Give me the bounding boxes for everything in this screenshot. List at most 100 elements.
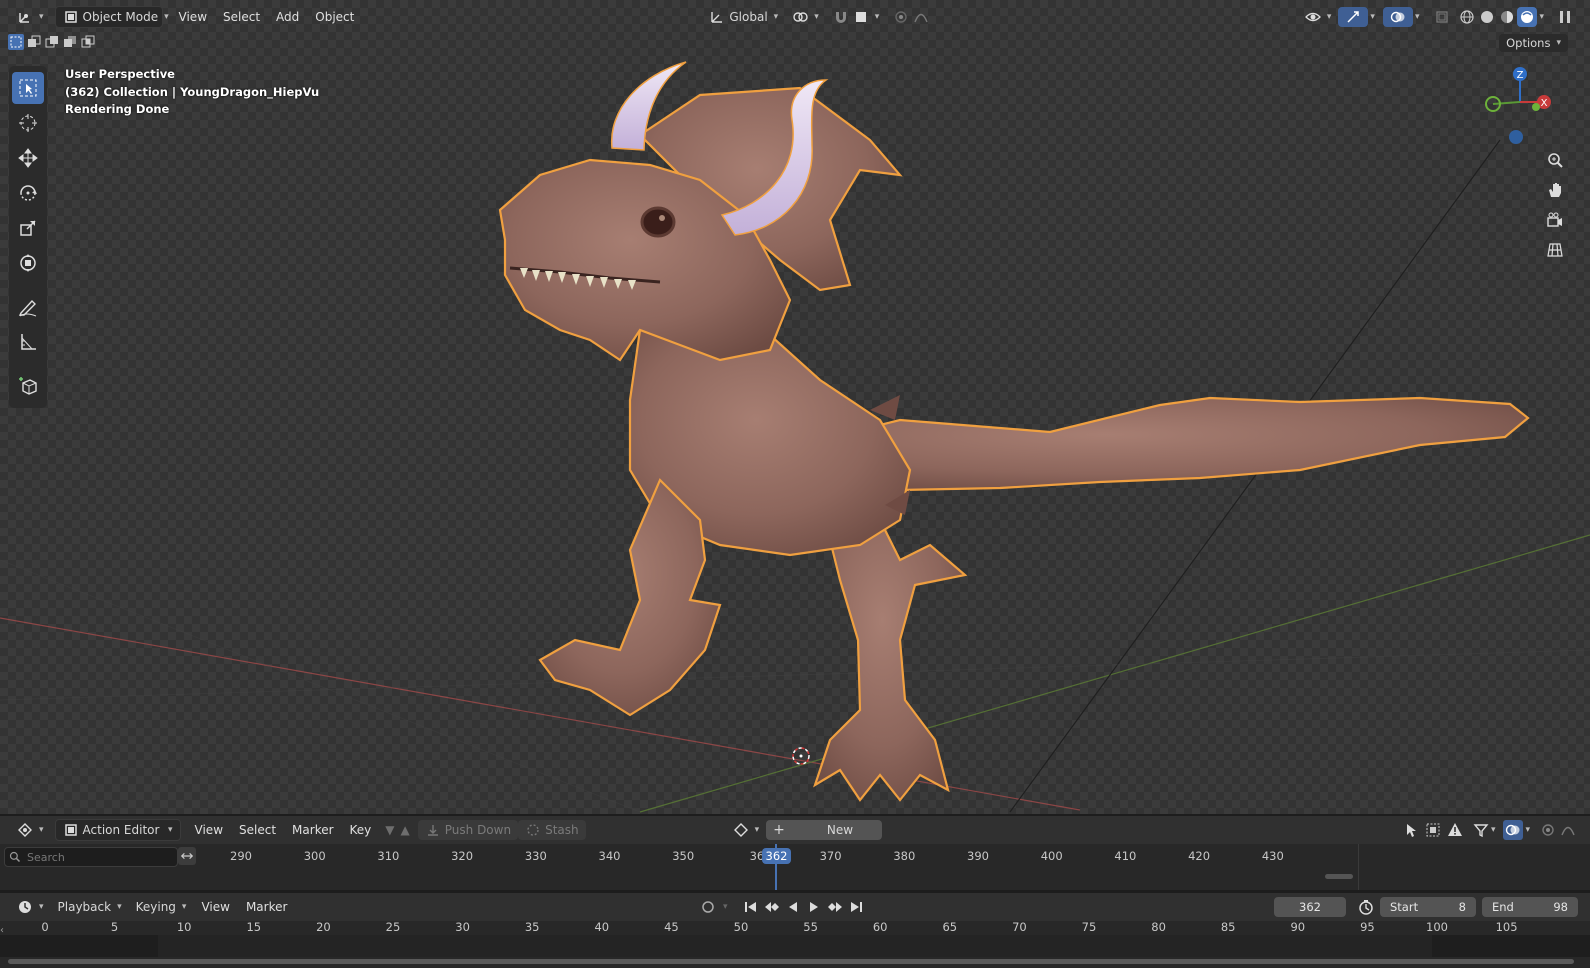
playback-label: Playback — [57, 900, 112, 914]
action-frame-badge[interactable]: 362 — [762, 848, 791, 864]
show-hidden-icon[interactable] — [1425, 822, 1441, 838]
shading-solid[interactable] — [1477, 7, 1497, 27]
render-status-label: Rendering Done — [65, 102, 170, 116]
action-editor-mode-label: Action Editor — [82, 823, 160, 837]
action-scrollbar[interactable] — [1325, 874, 1353, 879]
shading-rendered[interactable] — [1517, 7, 1538, 27]
action-falloff-icon[interactable] — [1560, 822, 1576, 838]
preview-range-icon[interactable] — [1358, 899, 1374, 915]
filter-dropdown-icon[interactable]: ▾ — [1491, 825, 1496, 835]
select-subtract-icon[interactable] — [44, 34, 60, 50]
snap-toggle[interactable]: ▾ — [826, 7, 887, 27]
action-overlays-icon[interactable] — [1503, 820, 1524, 840]
scale-icon[interactable] — [12, 212, 44, 244]
new-action-button[interactable]: + New — [766, 820, 883, 840]
transform-orientation-dropdown[interactable]: Global ▾ — [702, 7, 785, 27]
play-icon[interactable] — [806, 899, 822, 915]
end-frame-field[interactable]: End 98 — [1482, 897, 1578, 917]
out-of-range-left — [0, 935, 158, 957]
action-menu-key[interactable]: Key — [342, 821, 380, 839]
select-new-icon[interactable] — [8, 34, 24, 50]
xray-toggle[interactable] — [1427, 7, 1457, 27]
rotate-icon[interactable] — [12, 177, 44, 209]
action-menu-view[interactable]: View — [187, 821, 231, 839]
action-editor-mode-dropdown[interactable]: Action Editor ▾ — [54, 819, 181, 841]
action-ruler[interactable]: 290 300 310 320 330 340 350 36 370 380 390 400 410 42… — [0, 844, 1590, 868]
timeline-menu-view[interactable]: View — [193, 898, 237, 916]
jump-start-icon[interactable] — [743, 899, 759, 915]
visibility-dropdown[interactable]: ▾ — [1298, 7, 1339, 27]
proportional-edit-toggle[interactable] — [886, 7, 936, 27]
action-proportional-icon[interactable] — [1540, 822, 1556, 838]
3d-viewport[interactable]: User Perspective (362) Collection | Youn… — [0, 0, 1590, 814]
toggle-sidebar-button[interactable] — [1550, 7, 1580, 27]
measure-icon[interactable] — [12, 326, 44, 358]
filter-icon[interactable] — [1473, 822, 1489, 838]
only-errors-icon[interactable] — [1447, 822, 1463, 838]
play-reverse-icon[interactable] — [785, 899, 801, 915]
menu-view[interactable]: View — [171, 8, 215, 26]
viewport-header: ▾ Object Mode ▾ View Select Add Object Gl… — [0, 4, 1590, 30]
start-frame-field[interactable]: Start 8 — [1380, 897, 1476, 917]
timeline-ruler-tick: 0 — [41, 920, 49, 934]
jump-end-icon[interactable] — [848, 899, 864, 915]
action-menu-marker[interactable]: Marker — [284, 821, 341, 839]
browse-action-button[interactable]: ▾ — [726, 820, 767, 840]
axis-gizmo[interactable]: Z X — [1478, 62, 1560, 154]
shading-wireframe[interactable] — [1457, 7, 1477, 27]
end-value: 98 — [1553, 900, 1568, 914]
auto-keying-icon[interactable] — [700, 899, 716, 915]
action-menu-select[interactable]: Select — [231, 821, 284, 839]
gizmo-toggle[interactable] — [1338, 7, 1369, 27]
timeline-editor-type-button[interactable]: ▾ — [10, 897, 51, 917]
move-icon[interactable] — [12, 142, 44, 174]
ortho-grid-icon[interactable] — [1541, 236, 1569, 264]
gizmo-dropdown-icon[interactable]: ▾ — [1370, 12, 1375, 22]
dragon-model[interactable] — [0, 0, 1590, 814]
select-box-icon[interactable] — [12, 72, 44, 104]
annotate-icon[interactable] — [12, 291, 44, 323]
keying-menu[interactable]: Keying ▾ — [129, 898, 194, 916]
action-editor-type-button[interactable]: ▾ — [10, 820, 51, 840]
overlays-dropdown-icon[interactable]: ▾ — [1415, 12, 1420, 22]
add-cube-icon[interactable] — [12, 370, 44, 402]
menu-select[interactable]: Select — [215, 8, 268, 26]
timeline-scrollbar[interactable] — [8, 959, 1574, 964]
eye-icon — [1304, 9, 1321, 25]
scroll-left-icon[interactable]: ‹ — [0, 925, 4, 936]
cursor-icon[interactable] — [12, 107, 44, 139]
pan-hand-icon[interactable] — [1541, 176, 1569, 204]
select-extend-icon[interactable] — [26, 34, 42, 50]
solid-shading-icon — [1479, 9, 1495, 25]
keying-dropdown-icon[interactable]: ▾ — [723, 902, 728, 912]
shading-dropdown-icon[interactable]: ▾ — [1539, 12, 1544, 22]
shading-material[interactable] — [1497, 7, 1517, 27]
jump-next-keyframe-icon[interactable] — [827, 899, 843, 915]
pivot-point-dropdown[interactable]: ▾ — [785, 7, 826, 27]
playback-menu[interactable]: Playback ▾ — [51, 898, 129, 916]
only-selected-icon[interactable] — [1403, 822, 1419, 838]
action-overlays-dropdown-icon[interactable]: ▾ — [1525, 825, 1530, 835]
stash-button[interactable]: Stash — [518, 820, 586, 840]
layer-up-icon[interactable]: ▲ — [401, 823, 410, 837]
action-editor-area[interactable]: Search 290 300 310 320 330 340 350 36 370 380 390 4… — [0, 844, 1590, 890]
options-dropdown[interactable]: Options ▾ — [1499, 34, 1568, 52]
zoom-icon[interactable] — [1541, 146, 1569, 174]
timeline-area[interactable]: 0 5 10 15 20 25 30 35 40 45 50 55 60 65 70 75 80 85 90 95 10… — [0, 920, 1590, 968]
editor-type-button[interactable]: ▾ — [10, 7, 51, 27]
layer-down-icon[interactable]: ▼ — [385, 823, 394, 837]
rendered-shading-icon — [1519, 9, 1535, 25]
current-frame-field[interactable]: 362 — [1274, 897, 1346, 917]
jump-prev-keyframe-icon[interactable] — [764, 899, 780, 915]
select-invert-icon[interactable] — [62, 34, 78, 50]
timeline-menu-marker[interactable]: Marker — [238, 898, 295, 916]
select-intersect-icon[interactable] — [80, 34, 96, 50]
timeline-header: ▾ Playback ▾ Keying ▾ View Marker ▾ 362 St… — [0, 893, 1590, 921]
camera-view-icon[interactable] — [1541, 206, 1569, 234]
overlays-toggle[interactable] — [1382, 7, 1413, 27]
menu-add[interactable]: Add — [268, 8, 307, 26]
mode-dropdown[interactable]: Object Mode ▾ — [54, 6, 169, 28]
transform-icon[interactable] — [12, 247, 44, 279]
menu-object[interactable]: Object — [307, 8, 362, 26]
push-down-button[interactable]: Push Down — [417, 820, 519, 840]
